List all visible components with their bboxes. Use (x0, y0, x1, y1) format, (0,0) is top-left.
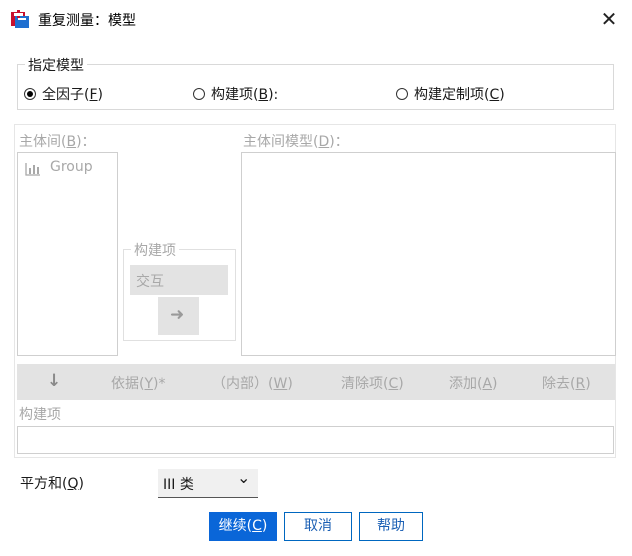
specify-model-legend: 指定模型 (25, 55, 87, 75)
radio-custom-terms-label: 构建定制项( (414, 87, 490, 103)
sum-of-squares-select[interactable]: III 类 ⌄ (158, 468, 258, 498)
radio-custom-terms-indicator[interactable] (396, 88, 408, 100)
title-bar: 重复测量：模型 ✕ (0, 0, 632, 38)
between-subjects-label: 主体间(B)： (19, 134, 96, 150)
list-item[interactable]: Group (24, 159, 114, 179)
move-right-button[interactable]: ➜ (158, 297, 199, 335)
between-subjects-list[interactable]: Group (17, 152, 118, 356)
radio-custom-terms-suffix: ) (499, 87, 505, 103)
clear-term-button[interactable]: 清除项(C) (341, 373, 404, 393)
radio-full-factorial-suffix: ) (97, 87, 103, 103)
radio-full-factorial[interactable]: 全因子(F) (24, 84, 134, 104)
terms-toolbar (17, 364, 615, 400)
continue-button[interactable]: 继续(C) (209, 512, 277, 541)
remove-button[interactable]: 除去(R) (542, 373, 591, 393)
cancel-button[interactable]: 取消 (284, 512, 352, 541)
chevron-down-icon: ⌄ (237, 468, 251, 487)
by-button[interactable]: 依据(Y)* (111, 373, 166, 393)
app-icon (11, 10, 29, 28)
sum-of-squares-label: 平方和(Q) (20, 476, 84, 492)
type-dropdown[interactable]: 交互 (130, 265, 228, 295)
type-dropdown-value: 交互 (136, 274, 164, 290)
list-item-label: Group (50, 159, 93, 175)
radio-build-terms[interactable]: 构建项(B): (193, 84, 313, 104)
radio-build-terms-suffix: ): (268, 87, 279, 103)
between-model-list[interactable] (241, 152, 616, 356)
radio-build-terms-label: 构建项( (211, 87, 259, 103)
radio-full-factorial-mnemonic: F (89, 87, 98, 103)
radio-build-terms-indicator[interactable] (193, 88, 205, 100)
within-button[interactable]: （内部）(W) (212, 373, 293, 393)
build-terms-legend: 构建项 (131, 240, 179, 260)
arrow-down-icon[interactable]: ↓ (47, 371, 61, 391)
arrow-right-icon: ➜ (170, 305, 185, 325)
radio-full-factorial-indicator[interactable] (24, 88, 36, 100)
build-term-input[interactable] (17, 426, 614, 454)
close-icon[interactable]: ✕ (596, 6, 622, 32)
radio-build-terms-mnemonic: B (258, 87, 269, 103)
add-button[interactable]: 添加(A) (449, 373, 498, 393)
help-button[interactable]: 帮助 (359, 512, 423, 541)
sum-of-squares-value: III 类 (163, 477, 194, 493)
build-term-label: 构建项 (19, 407, 61, 423)
radio-custom-terms-mnemonic: C (489, 87, 500, 103)
between-model-label: 主体间模型(D)： (243, 134, 349, 150)
window-title: 重复测量：模型 (38, 13, 136, 29)
radio-custom-terms[interactable]: 构建定制项(C) (396, 84, 536, 104)
radio-full-factorial-label: 全因子( (42, 87, 90, 103)
scale-icon (25, 163, 40, 176)
